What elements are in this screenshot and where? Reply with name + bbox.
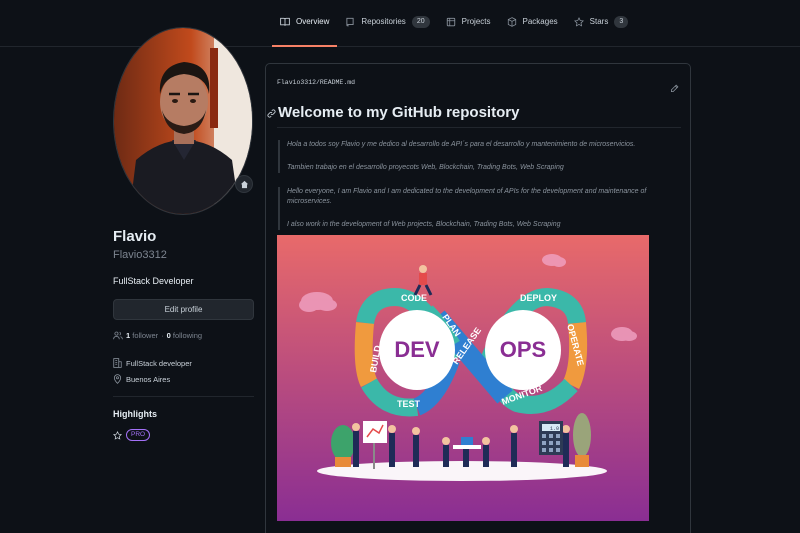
tab-label: Overview [296, 17, 330, 26]
banner-deploy-label: DEPLOY [520, 293, 557, 303]
banner-test-label: TEST [397, 399, 421, 409]
heading-rule [277, 127, 681, 128]
followers-link[interactable]: 1 follower [126, 331, 158, 340]
company-text: FullStack developer [126, 358, 192, 368]
profile-tabs: Overview Repositories 20 Projects Packag… [272, 14, 636, 47]
tab-label: Projects [461, 17, 491, 26]
tab-repositories[interactable]: Repositories 20 [337, 14, 437, 47]
company-row: FullStack developer [113, 358, 192, 368]
location-text: Buenos Aires [126, 374, 171, 384]
pencil-icon [671, 84, 679, 92]
banner-ops-text: OPS [500, 337, 546, 362]
followers-count: 1 [126, 331, 131, 340]
location-icon [113, 374, 122, 384]
banner-calculator-display: 1.0 [550, 426, 559, 432]
follow-separator: · [161, 331, 164, 340]
set-status-button[interactable] [235, 175, 253, 193]
readme-path-file: README.md [319, 79, 356, 86]
blockquote-spanish: Hola a todos soy Flavio y me dedico al d… [278, 140, 678, 173]
profile-nav: Overview Repositories 20 Projects Packag… [0, 0, 800, 47]
avatar[interactable] [113, 27, 253, 215]
devops-illustration: DEV OPS CODE DEPLOY BUILD OPERATE TEST M… [277, 235, 649, 521]
tab-packages[interactable]: Packages [499, 14, 566, 47]
sidebar-divider [113, 396, 254, 397]
people-icon [113, 331, 123, 340]
profile-fullname: Flavio [113, 228, 157, 245]
stars-count-badge: 3 [614, 16, 629, 28]
tab-overview[interactable]: Overview [272, 14, 338, 47]
avatar-photo [114, 28, 252, 214]
edit-readme-button[interactable] [670, 80, 679, 98]
profile-username: Flavio3312 [113, 249, 167, 261]
tab-projects[interactable]: Projects [438, 14, 499, 47]
following-label: following [172, 331, 203, 340]
tab-label: Packages [522, 17, 558, 26]
tab-label: Stars [589, 17, 609, 26]
star-icon [113, 430, 122, 440]
profile-bio: FullStack Developer [113, 276, 194, 286]
following-count: 0 [166, 331, 171, 340]
pro-highlight: PRO [113, 429, 151, 441]
follow-stats: 1 follower · 0 following [113, 331, 202, 340]
blockquote-english: Hello everyone, I am Flavio and I am ded… [278, 187, 678, 230]
readme-paragraph-en-1: Hello everyone, I am Flavio and I am ded… [287, 188, 647, 205]
readme-paragraph-es-2: Tambien trabajo en el desarrollo proyeco… [287, 164, 564, 171]
organization-icon [113, 358, 122, 368]
followers-label: follower [132, 331, 159, 340]
devops-banner-image: DEV OPS CODE DEPLOY BUILD OPERATE TEST M… [277, 235, 649, 521]
readme-paragraph-en-2: I also work in the development of Web pr… [287, 221, 561, 228]
repo-icon [346, 17, 354, 27]
star-icon [573, 17, 584, 27]
readme-title: Welcome to my GitHub repository [278, 104, 520, 121]
readme-path-user[interactable]: Flavio3312 [277, 79, 316, 86]
home-icon [240, 180, 248, 188]
banner-dev-text: DEV [394, 337, 440, 362]
link-icon[interactable] [267, 109, 276, 118]
package-icon [507, 17, 516, 27]
table-icon [446, 17, 455, 27]
tab-stars[interactable]: Stars 3 [566, 14, 637, 47]
pro-badge[interactable]: PRO [126, 429, 151, 441]
highlights-title: Highlights [113, 409, 157, 419]
readme-path: Flavio3312/README.md [277, 79, 355, 86]
location-row: Buenos Aires [113, 374, 170, 384]
repo-count-badge: 20 [411, 16, 430, 28]
readme-paragraph-es-1: Hola a todos soy Flavio y me dedico al d… [287, 141, 636, 148]
tab-label: Repositories [361, 17, 406, 26]
edit-profile-button[interactable]: Edit profile [113, 299, 254, 320]
book-icon [280, 17, 290, 26]
following-link[interactable]: 0 following [167, 331, 202, 340]
